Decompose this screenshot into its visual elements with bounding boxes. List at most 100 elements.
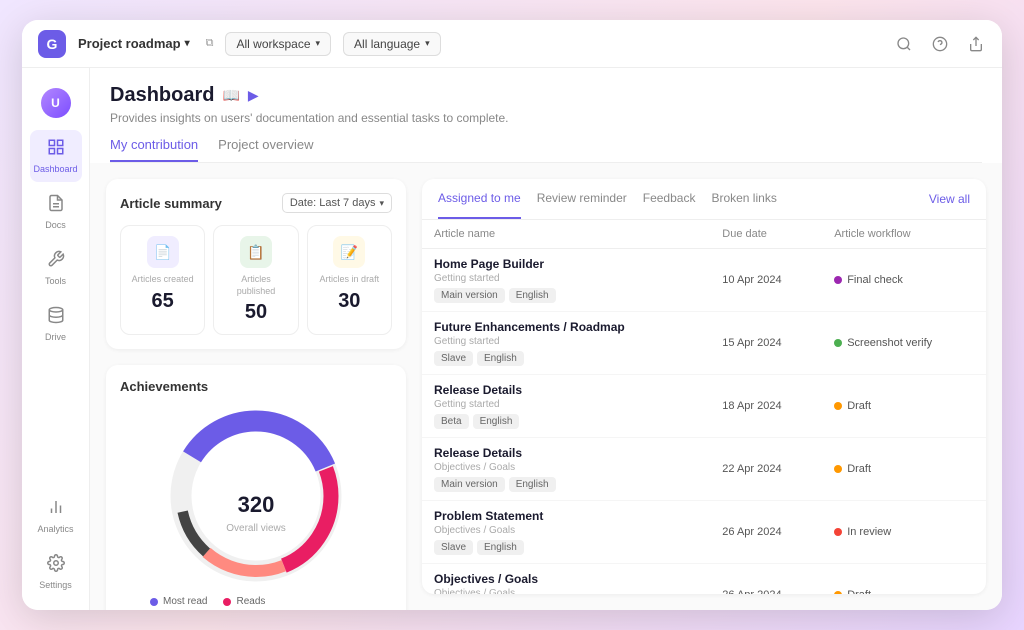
article-title[interactable]: Problem Statement — [434, 509, 698, 523]
user-avatar: U — [41, 88, 71, 118]
articles-published-value: 50 — [245, 301, 267, 324]
article-path: Getting started — [434, 273, 698, 284]
sidebar-item-tools[interactable]: Tools — [30, 242, 82, 294]
tab-my-contribution[interactable]: My contribution — [110, 137, 198, 162]
top-bar: G Project roadmap ▾ ⧉ All workspace ▾ Al… — [22, 20, 1002, 68]
help-icon[interactable] — [930, 34, 950, 54]
date-filter-chevron-icon: ▾ — [379, 198, 384, 209]
article-title[interactable]: Release Details — [434, 446, 698, 460]
article-tag: Beta — [434, 414, 469, 429]
date-filter-button[interactable]: Date: Last 7 days ▾ — [282, 193, 392, 213]
article-path: Objectives / Goals — [434, 588, 698, 594]
workflow-badge: Screenshot verify — [834, 337, 974, 349]
sidebar-item-dashboard[interactable]: Dashboard — [30, 130, 82, 182]
article-title[interactable]: Home Page Builder — [434, 257, 698, 271]
article-title[interactable]: Release Details — [434, 383, 698, 397]
article-name-cell: Future Enhancements / RoadmapGetting sta… — [422, 312, 710, 375]
workflow-badge: Draft — [834, 400, 974, 412]
due-date-cell: 26 Apr 2024 — [710, 501, 822, 564]
play-icon[interactable]: ▶ — [248, 87, 259, 104]
col-due-date: Due date — [710, 220, 822, 249]
table-row: Home Page BuilderGetting startedMain ver… — [422, 249, 986, 312]
project-name-button[interactable]: Project roadmap ▾ — [78, 36, 190, 51]
workflow-badge: Final check — [834, 274, 974, 286]
donut-label: Overall views — [226, 523, 285, 534]
date-filter-label: Date: Last 7 days — [290, 197, 376, 209]
external-link-icon[interactable]: ⧉ — [206, 37, 214, 50]
table-row: Release Details Getting started Beta Englis… — [422, 375, 986, 438]
sidebar-item-settings[interactable]: Settings — [30, 546, 82, 598]
search-icon[interactable] — [894, 34, 914, 54]
main-layout: U Dashboard Docs Tools — [22, 68, 1002, 610]
app-logo[interactable]: G — [38, 30, 66, 58]
articles-draft-label: Articles in draft — [320, 274, 380, 286]
analytics-icon — [47, 498, 65, 521]
articles-published-label: Articles published — [224, 274, 287, 297]
tab-broken-links[interactable]: Broken links — [711, 179, 776, 219]
docs-icon — [47, 194, 65, 217]
article-tag: English — [477, 351, 524, 366]
workflow-dot — [834, 402, 842, 410]
workflow-label: Draft — [847, 463, 871, 475]
left-panel: Article summary Date: Last 7 days ▾ 📄 Ar… — [106, 179, 406, 594]
sidebar: U Dashboard Docs Tools — [22, 68, 90, 610]
legend-reads: Reads — [223, 596, 280, 607]
workflow-dot — [834, 528, 842, 536]
docs-label: Docs — [45, 220, 66, 230]
tab-assigned-to-me[interactable]: Assigned to me — [438, 179, 521, 219]
article-title[interactable]: Future Enhancements / Roadmap — [434, 320, 698, 334]
article-summary-title: Article summary — [120, 196, 222, 211]
dashboard-label: Dashboard — [33, 164, 77, 174]
article-title[interactable]: Objectives / Goals — [434, 572, 698, 586]
page-title: Dashboard — [110, 84, 214, 107]
table-row: Problem StatementObjectives / GoalsSlave… — [422, 501, 986, 564]
view-all-link[interactable]: View all — [929, 192, 970, 206]
achievements-card: Achievements — [106, 365, 406, 610]
settings-icon — [47, 554, 65, 577]
legend-dot-reads — [223, 598, 231, 606]
article-tag: English — [509, 477, 556, 492]
articles-table: Article name Due date Article workflow H… — [422, 220, 986, 594]
article-path: Objectives / Goals — [434, 462, 698, 473]
articles-created-value: 65 — [152, 290, 174, 313]
sidebar-item-analytics[interactable]: Analytics — [30, 490, 82, 542]
tab-review-reminder[interactable]: Review reminder — [537, 179, 627, 219]
right-tabs: Assigned to me Review reminder Feedback … — [422, 179, 986, 220]
sidebar-item-docs[interactable]: Docs — [30, 186, 82, 238]
share-icon[interactable] — [966, 34, 986, 54]
tag-row: Main versionEnglish — [434, 477, 698, 492]
workflow-dot — [834, 339, 842, 347]
workflow-badge: In review — [834, 526, 974, 538]
workflow-dot — [834, 465, 842, 473]
language-filter-button[interactable]: All language ▾ — [343, 32, 441, 56]
legend-label-most-read: Most read — [163, 596, 207, 607]
legend-dot-most-read — [150, 598, 158, 606]
article-name-cell: Release Details Getting started Beta Englis… — [422, 375, 710, 438]
language-chevron-icon: ▾ — [425, 38, 430, 49]
sidebar-item-drive[interactable]: Drive — [30, 298, 82, 350]
top-bar-actions — [894, 34, 986, 54]
stat-articles-draft: 📝 Articles in draft 30 — [307, 225, 392, 335]
col-article-name: Article name — [422, 220, 710, 249]
article-tag: English — [477, 540, 524, 555]
table-wrapper: Article name Due date Article workflow H… — [422, 220, 986, 594]
legend-most-read: Most read — [150, 596, 207, 607]
donut-value: 320 — [226, 492, 285, 518]
sidebar-item-avatar[interactable]: U — [30, 80, 82, 126]
achievements-title: Achievements — [120, 379, 392, 394]
article-tag: English — [473, 414, 520, 429]
workflow-label: Final check — [847, 274, 903, 286]
article-name-cell: Problem StatementObjectives / GoalsSlave… — [422, 501, 710, 564]
book-icon[interactable]: 📖 — [222, 87, 239, 104]
article-name-cell: Release Details Objectives / Goals Main ve… — [422, 438, 710, 501]
workflow-label: Screenshot verify — [847, 337, 932, 349]
drive-icon — [47, 306, 65, 329]
workflow-cell: Draft — [822, 564, 986, 595]
workspace-filter-button[interactable]: All workspace ▾ — [225, 32, 331, 56]
articles-created-label: Articles created — [132, 274, 194, 286]
article-name-cell: Objectives / GoalsObjectives / GoalsMain… — [422, 564, 710, 595]
donut-center: 320 Overall views — [226, 492, 285, 536]
tab-feedback[interactable]: Feedback — [643, 179, 696, 219]
tab-project-overview[interactable]: Project overview — [218, 137, 313, 162]
article-path: Getting started — [434, 399, 698, 410]
